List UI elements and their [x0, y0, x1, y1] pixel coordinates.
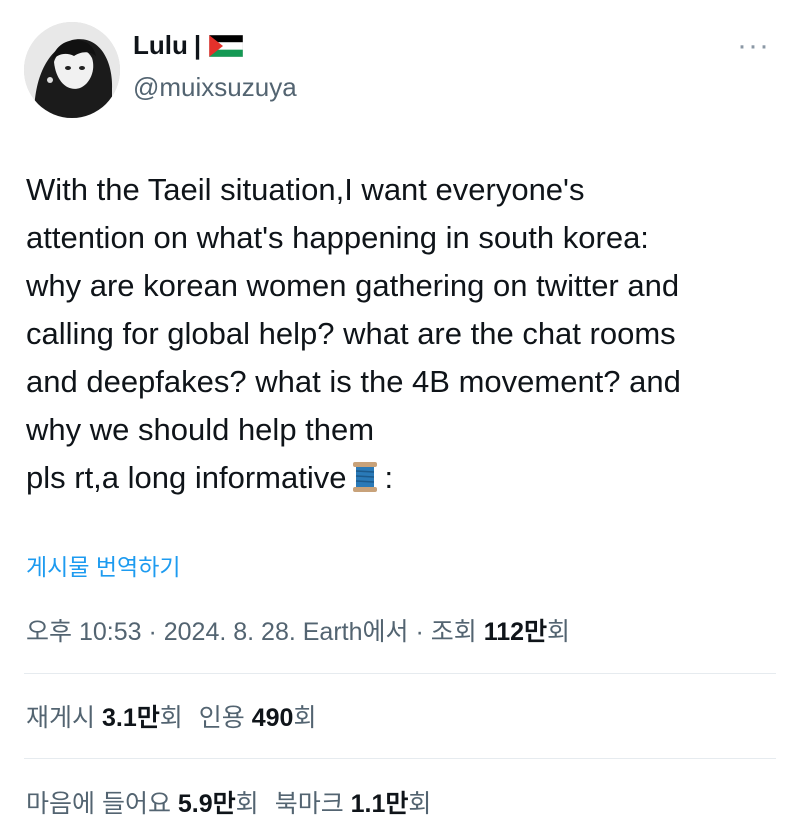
- quotes-label: 인용: [198, 704, 245, 732]
- display-name[interactable]: Lulu: [133, 30, 188, 61]
- user-handle[interactable]: @muixsuzuya: [133, 72, 297, 103]
- more-horizontal-icon[interactable]: ···: [737, 31, 770, 61]
- meta-dot: ·: [141, 618, 164, 646]
- tweet-header: Lulu | @muixsuzuya ···: [0, 0, 800, 130]
- reposts-count: 3.1만: [101, 704, 160, 732]
- likes-suffix: 회: [235, 790, 259, 818]
- tweet-text-end: :: [384, 460, 394, 495]
- reposts-label: 재게시: [26, 704, 96, 732]
- tweet-source: Earth에서: [302, 618, 409, 646]
- translate-post-link[interactable]: 게시물 번역하기: [26, 548, 181, 582]
- tweet-body: With the Taeil situation,I want everyone…: [26, 172, 681, 495]
- views-count[interactable]: 112만: [484, 618, 547, 646]
- meta-dot: ·: [408, 618, 431, 646]
- bookmarks-label: 북마크: [274, 790, 344, 818]
- avatar[interactable]: [24, 22, 120, 118]
- stats-row-reposts: 재게시 3.1만회 인용 490회: [26, 698, 316, 734]
- likes-label: 마음에 들어요: [26, 790, 171, 818]
- name-separator: |: [193, 30, 202, 60]
- likes-count: 5.9만: [177, 790, 236, 818]
- bookmarks-count: 1.1만: [350, 790, 409, 818]
- tweet-meta: 오후 10:53 · 2024. 8. 28. Earth에서 · 조회 112…: [26, 612, 570, 648]
- palestine-flag-icon: [209, 34, 244, 57]
- likes-stat[interactable]: 마음에 들어요 5.9만회: [26, 790, 259, 818]
- divider: [24, 673, 776, 674]
- quotes-suffix: 회: [293, 704, 317, 732]
- reposts-stat[interactable]: 재게시 3.1만회: [26, 704, 183, 732]
- quotes-stat[interactable]: 인용 490회: [199, 704, 317, 732]
- display-name-row[interactable]: Lulu |: [133, 30, 244, 61]
- views-suffix: 회: [547, 618, 571, 646]
- views-label: 조회: [430, 618, 477, 646]
- divider: [24, 758, 776, 759]
- stats-row-likes: 마음에 들어요 5.9만회 북마크 1.1만회: [26, 784, 431, 820]
- avatar-image: [24, 22, 120, 118]
- quotes-count: 490: [251, 704, 294, 732]
- bookmarks-stat[interactable]: 북마크 1.1만회: [275, 790, 432, 818]
- tweet-date[interactable]: 2024. 8. 28.: [164, 618, 296, 646]
- tweet-time[interactable]: 오후 10:53: [26, 618, 142, 646]
- reposts-suffix: 회: [159, 704, 183, 732]
- bookmarks-suffix: 회: [408, 790, 432, 818]
- spool-of-thread-icon: [348, 460, 382, 494]
- tweet-text: With the Taeil situation,I want everyone…: [26, 166, 786, 502]
